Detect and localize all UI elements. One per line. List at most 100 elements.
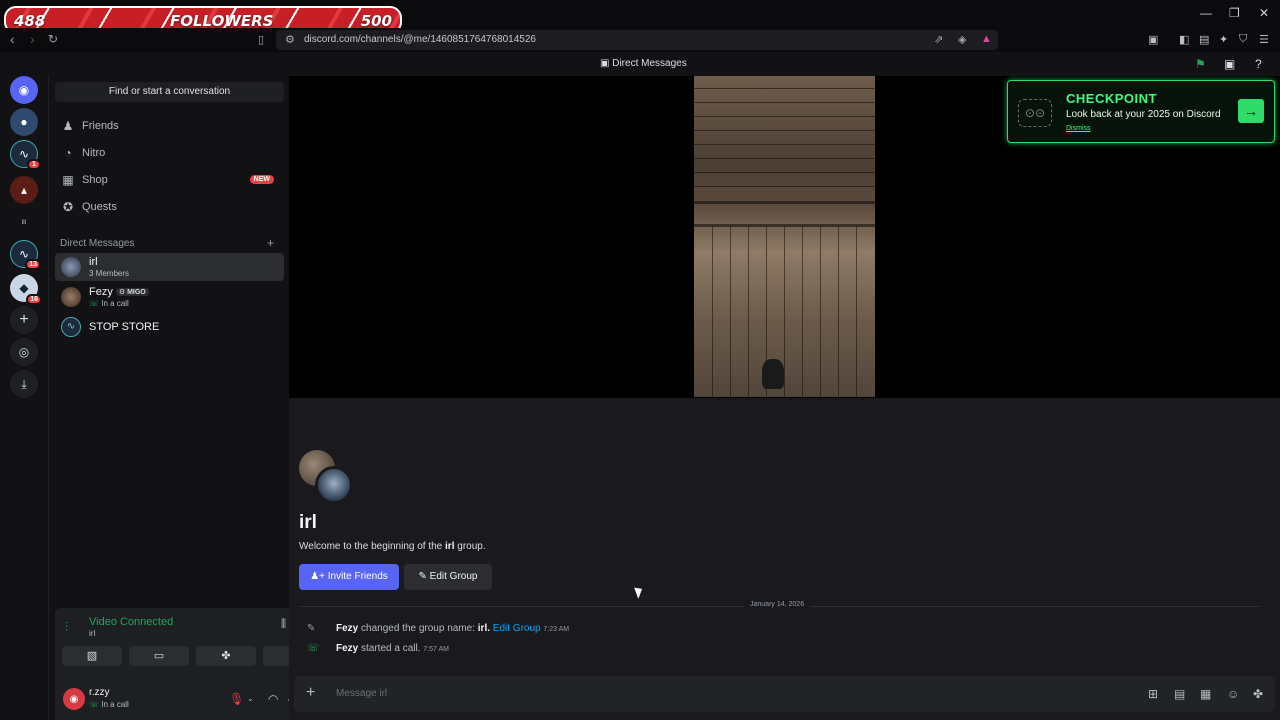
dm-header: Direct Messages xyxy=(60,238,135,249)
title-bar-label: ▣ Direct Messages xyxy=(600,58,687,69)
phone-icon: ☏ xyxy=(307,643,320,654)
signal-icon: ⫶ xyxy=(65,620,69,634)
dismiss-link[interactable]: Dismiss xyxy=(1066,125,1091,132)
camera-off-icon: ▧ xyxy=(86,650,98,662)
activities-icon: ✤ xyxy=(221,650,231,662)
find-conversation-button[interactable]: Find or start a conversation xyxy=(55,82,284,102)
noise-suppression-icon[interactable]: ⫼ xyxy=(281,618,286,631)
group-welcome: Welcome to the beginning of the irl grou… xyxy=(299,541,486,552)
server-icon[interactable]: ▴ xyxy=(10,176,38,204)
dm-name: STOP STORE xyxy=(89,321,160,333)
maximize-icon[interactable]: ❐ xyxy=(1229,6,1240,20)
minimize-icon[interactable]: — xyxy=(1200,6,1212,20)
sidebar-item-label: Friends xyxy=(82,120,119,132)
sidebar-item-quests[interactable]: ✪ Quests xyxy=(55,195,284,219)
new-badge: NEW xyxy=(249,175,274,184)
sidebar-item-nitro[interactable]: ◔ Nitro xyxy=(55,141,284,165)
dm-item-fezy[interactable]: Fezy ⚙ MIGO ☏ In a call xyxy=(55,283,284,311)
unread-badge: 16 xyxy=(26,294,42,305)
forward-icon[interactable]: › xyxy=(30,31,35,47)
edit-group-link[interactable]: Edit Group xyxy=(493,623,541,634)
dm-name: Fezy ⚙ MIGO xyxy=(89,286,149,298)
help-icon[interactable]: ? xyxy=(1255,57,1262,71)
user-avatar[interactable]: ◉ xyxy=(63,688,85,710)
robot-icon: ⊙⊙ xyxy=(1018,99,1052,127)
inbox-icon[interactable]: ▣ xyxy=(1224,57,1235,71)
leo-ai-icon[interactable]: ✦ xyxy=(1219,33,1228,46)
foot xyxy=(762,359,784,389)
gift-icon[interactable]: ⊞ xyxy=(1148,687,1158,701)
pencil-icon: ✎ xyxy=(418,571,427,582)
browser-tab-bar: 488 FOLLOWERS 500 — ❐ ✕ xyxy=(0,0,1280,34)
avatar: ∿ xyxy=(61,317,81,337)
add-server-icon[interactable]: + xyxy=(10,306,38,334)
sidebar-icon[interactable]: ◧ xyxy=(1179,33,1189,46)
mic-muted-icon[interactable]: 🎙 xyxy=(229,692,244,706)
close-icon[interactable]: ✕ xyxy=(1259,6,1269,20)
headphones-icon[interactable]: ◠ xyxy=(268,692,278,706)
call-video-area[interactable]: ⊙⊙ CHECKPOINT Look back at your 2025 on … xyxy=(289,76,1280,398)
back-icon[interactable]: ‹ xyxy=(10,31,15,47)
unread-badge: 13 xyxy=(25,259,41,270)
arrow-right-icon[interactable]: → xyxy=(1238,99,1264,123)
flag-icon[interactable]: ⚑ xyxy=(1195,57,1206,71)
camera-button[interactable]: ▧ xyxy=(62,646,122,666)
vpn-icon[interactable]: ⛉ xyxy=(1239,33,1247,46)
server-rail: ◉ ● ∿ 1 ▴ ااا ∿ 13 ◆ 16 + ◎ ⤓ xyxy=(0,76,48,720)
edit-group-button[interactable]: ✎ Edit Group xyxy=(404,564,492,590)
emoji-icon[interactable]: ☺ xyxy=(1227,687,1239,701)
apps-icon[interactable]: ✤ xyxy=(1253,687,1263,701)
discover-icon[interactable]: ◎ xyxy=(10,338,38,366)
server-icon[interactable]: ااا xyxy=(10,208,38,236)
menu-icon[interactable]: ☰ xyxy=(1259,33,1269,46)
sidebar-item-shop[interactable]: ▦ Shop NEW xyxy=(55,168,284,192)
sidebar-item-label: Quests xyxy=(82,201,117,213)
user-name[interactable]: r.zzy xyxy=(89,687,110,698)
dm-item-stop-store[interactable]: ∿ STOP STORE xyxy=(55,313,284,341)
dm-item-irl[interactable]: irl 3 Members xyxy=(55,253,284,281)
discord-home-icon[interactable]: ◉ xyxy=(10,76,38,104)
quests-icon: ✪ xyxy=(62,200,74,214)
gif-icon[interactable]: ▤ xyxy=(1174,687,1185,701)
share-icon[interactable]: ⇗ xyxy=(934,33,943,46)
avatar xyxy=(61,287,81,307)
shield-icon[interactable]: ◈ xyxy=(958,33,966,46)
server-icon[interactable]: ∿ 13 xyxy=(10,240,41,270)
pencil-icon: ✎ xyxy=(307,623,316,634)
message-composer[interactable]: + Message irl ⊞ ▤ ▦ ☺ ✤ xyxy=(294,676,1275,712)
checkpoint-subtitle: Look back at your 2025 on Discord xyxy=(1066,109,1221,120)
reader-icon[interactable]: ▣ xyxy=(1148,33,1158,46)
site-info-icon[interactable]: ⚙ xyxy=(285,33,295,46)
checkpoint-promo[interactable]: ⊙⊙ CHECKPOINT Look back at your 2025 on … xyxy=(1007,80,1275,143)
user-status: ☏ In a call xyxy=(89,700,129,709)
mouse-cursor xyxy=(634,585,645,599)
guild-tag: ⚙ MIGO xyxy=(115,288,149,296)
activities-button[interactable]: ✤ xyxy=(196,646,256,666)
server-icon[interactable]: ● xyxy=(10,108,38,136)
shop-icon: ▦ xyxy=(62,173,74,187)
server-icon[interactable]: ∿ 1 xyxy=(10,140,41,170)
discord-title-bar: ▣ Direct Messages ⚑ ▣ ? xyxy=(0,52,1280,76)
bookmark-icon[interactable]: ▯ xyxy=(258,33,264,46)
rewards-icon[interactable]: ▲ xyxy=(981,33,992,45)
unread-badge: 1 xyxy=(27,159,41,170)
video-stream[interactable] xyxy=(694,76,875,397)
screen-share-icon: ▭ xyxy=(153,650,165,662)
url-field[interactable]: ⚙ discord.com/channels/@me/1460851764768… xyxy=(276,30,998,50)
voice-status[interactable]: Video Connected xyxy=(89,616,173,628)
upload-plus-icon[interactable]: + xyxy=(306,684,315,702)
chevron-down-icon[interactable]: ⌄ xyxy=(247,694,254,703)
chat-main: ⊙⊙ CHECKPOINT Look back at your 2025 on … xyxy=(289,76,1280,720)
reload-icon[interactable]: ↻ xyxy=(48,32,58,46)
sidebar-item-friends[interactable]: ♟ Friends xyxy=(55,114,284,138)
screen-share-button[interactable]: ▭ xyxy=(129,646,189,666)
message-input[interactable]: Message irl xyxy=(336,688,387,699)
download-icon[interactable]: ⤓ xyxy=(10,370,38,398)
wallet-icon[interactable]: ▤ xyxy=(1199,33,1209,46)
checkpoint-title: CHECKPOINT xyxy=(1066,91,1157,106)
create-dm-icon[interactable]: + xyxy=(267,236,274,250)
server-icon[interactable]: ◆ 16 xyxy=(10,274,42,305)
invite-friends-button[interactable]: ♟+ Invite Friends xyxy=(299,564,399,590)
sticker-icon[interactable]: ▦ xyxy=(1200,687,1211,701)
voice-channel[interactable]: irl xyxy=(89,629,95,638)
